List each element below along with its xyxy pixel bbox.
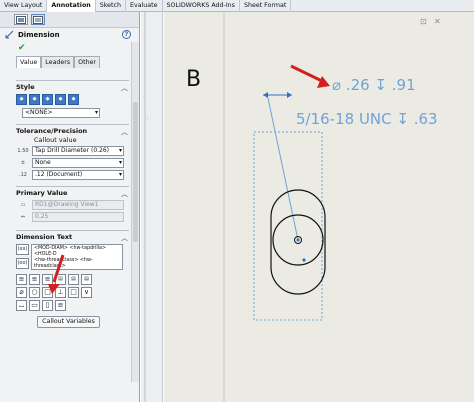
pm-title: Dimension <box>18 31 60 39</box>
degree-symbol-button[interactable]: ○ <box>29 287 40 298</box>
feature-tree-tab[interactable] <box>14 14 28 25</box>
box-symbol-button[interactable]: ▯ <box>42 300 53 311</box>
tab-annotation[interactable]: Annotation <box>47 0 96 12</box>
tolerance-type-dropdown[interactable]: None <box>32 158 124 168</box>
rect-symbol-button[interactable]: ▭ <box>29 300 40 311</box>
ruler-ticks: · <box>144 12 149 402</box>
stack-icon-2[interactable]: ▤ <box>68 274 79 285</box>
callout-variables-button[interactable]: Callout Variables <box>37 316 100 328</box>
counterbore-symbol-button[interactable]: ⌴ <box>16 300 27 311</box>
dimension-oo-icon[interactable]: (oo) <box>16 258 29 269</box>
pm-toolbar <box>0 12 139 28</box>
red-arrow-canvas-head <box>317 76 330 88</box>
dimension-text-group: Dimension Text ︿ (xx) (oo) <MOD-DIAM> <h… <box>16 230 129 328</box>
tab-value[interactable]: Value <box>16 56 42 68</box>
dimension-text-box[interactable]: <MOD-DIAM> <hw-tapdrilla> <HOLE-D <hw-th… <box>31 244 123 270</box>
pm-title-row: Dimension ? <box>0 28 139 42</box>
tab-leaders[interactable]: Leaders <box>41 56 75 68</box>
load-style-icon[interactable]: ◆ <box>68 94 79 105</box>
tab-other[interactable]: Other <box>74 56 101 68</box>
feature-tree-icon <box>16 15 26 24</box>
justify-right-icon[interactable]: ≡ <box>42 274 53 285</box>
hole-leader-line[interactable] <box>267 97 299 241</box>
dimension-icon <box>5 30 14 39</box>
tolerance-group: Tolerance/Precision ︿ Callout value 1.50… <box>16 124 129 180</box>
perpendicular-symbol-button[interactable]: ⊥ <box>55 287 66 298</box>
tab-sketch[interactable]: Sketch <box>96 0 126 12</box>
help-icon[interactable]: ? <box>122 30 131 39</box>
dimension-value-field: 0.25 <box>32 212 124 222</box>
leader-end-arrow-right <box>287 92 292 98</box>
tolerance-heading: Tolerance/Precision <box>16 127 88 135</box>
square-alt-symbol-button[interactable]: □ <box>68 287 79 298</box>
dimension-name-field: RD1@Drawing View1 <box>32 200 124 210</box>
apply-style-icon[interactable]: ◆ <box>16 94 27 105</box>
stack-icon-1[interactable]: ▤ <box>55 274 66 285</box>
primary-value-heading: Primary Value <box>16 189 68 197</box>
property-manager: Dimension ? ✔ Value Leaders Other Style … <box>0 12 140 402</box>
add-style-icon[interactable]: ◆ <box>29 94 40 105</box>
dimension-text-line-2: <hw-threadclass> <hw-threadclass> <box>34 258 93 269</box>
red-arrow-canvas-shaft <box>290 64 325 84</box>
delete-style-icon[interactable]: ◆ <box>42 94 53 105</box>
value-icon: ⇔ <box>20 214 26 220</box>
view-label: B <box>186 67 201 92</box>
sketch-point <box>302 258 306 262</box>
property-manager-icon <box>33 15 43 24</box>
ruler-mark: · <box>147 116 149 122</box>
scrollbar-thumb[interactable] <box>133 102 138 242</box>
precision-dropdown[interactable]: .12 (Document) <box>32 170 124 180</box>
save-style-icon[interactable]: ◆ <box>55 94 66 105</box>
drawing-sheet[interactable]: ⊡ ✕ B ⌀ .26 ↧ .91 5/16-18 UNC ↧ .63 <box>164 12 474 402</box>
close-icon[interactable]: ✕ <box>434 17 441 26</box>
collapse-style-icon[interactable]: ︿ <box>121 83 128 93</box>
justify-center-icon[interactable]: ≡ <box>29 274 40 285</box>
vertical-ruler: · <box>141 12 163 402</box>
callout-label: Callout value <box>34 136 77 144</box>
collapse-dimtext-icon[interactable]: ︿ <box>121 233 128 243</box>
countersink-symbol-button[interactable]: ∨ <box>81 287 92 298</box>
dimension-xx-icon[interactable]: (xx) <box>16 244 29 255</box>
square-symbol-button[interactable]: □ <box>42 287 53 298</box>
pin-icon[interactable]: ⊡ <box>420 17 427 26</box>
callout-value-dropdown[interactable]: Tap Drill Diameter (0.26) <box>32 146 124 156</box>
callout-line-1[interactable]: ⌀ .26 ↧ .91 <box>332 76 416 94</box>
tab-evaluate[interactable]: Evaluate <box>126 0 163 12</box>
more-symbols-button[interactable]: ≡ <box>55 300 66 311</box>
leader-end-arrow-left <box>263 92 268 98</box>
stack-icon-3[interactable]: ▤ <box>81 274 92 285</box>
collapse-tolerance-icon[interactable]: ︿ <box>121 127 128 137</box>
callout-line-2[interactable]: 5/16-18 UNC ↧ .63 <box>296 110 438 128</box>
checkmark-icon: ✔ <box>18 43 26 53</box>
style-dropdown[interactable]: <NONE> <box>22 108 100 118</box>
justify-left-icon[interactable]: ≡ <box>16 274 27 285</box>
precision-icon: 1.50 <box>17 148 29 154</box>
tab-view-layout[interactable]: View Layout <box>0 0 48 12</box>
unit-precision-icon: .12 <box>19 172 27 178</box>
panel-scrollbar[interactable] <box>131 42 139 382</box>
dimension-text-line-1: <MOD-DIAM> <hw-tapdrilla> <HOLE-D <box>34 246 106 257</box>
leader-attach-point <box>296 238 300 242</box>
slot-outline[interactable] <box>270 189 326 295</box>
name-icon: ▭ <box>20 202 26 208</box>
tolerance-type-icon: ± <box>20 160 26 166</box>
style-heading: Style <box>16 83 35 91</box>
diameter-symbol-button[interactable]: ⌀ <box>16 287 27 298</box>
primary-value-group: Primary Value ︿ ▭ RD1@Drawing View1 ⇔ 0.… <box>16 186 129 222</box>
ok-button[interactable]: ✔ <box>0 42 139 54</box>
style-group: Style ︿ ◆ ◆ ◆ ◆ ◆ <NONE> <box>16 80 129 118</box>
drawing-graphics: ⊡ ✕ B ⌀ .26 ↧ .91 5/16-18 UNC ↧ .63 <box>186 12 441 402</box>
tab-sheet-format[interactable]: Sheet Format <box>240 0 292 12</box>
command-manager-tabs: View Layout Annotation Sketch Evaluate SOLID… <box>0 0 474 12</box>
dimension-text-heading: Dimension Text <box>16 233 73 241</box>
pm-tabs: Value Leaders Other <box>16 56 139 68</box>
tab-solidworks-add-ins[interactable]: SOLIDWORKS Add-Ins <box>163 0 240 12</box>
collapse-primary-icon[interactable]: ︿ <box>121 189 128 199</box>
property-manager-tab[interactable] <box>31 14 45 25</box>
